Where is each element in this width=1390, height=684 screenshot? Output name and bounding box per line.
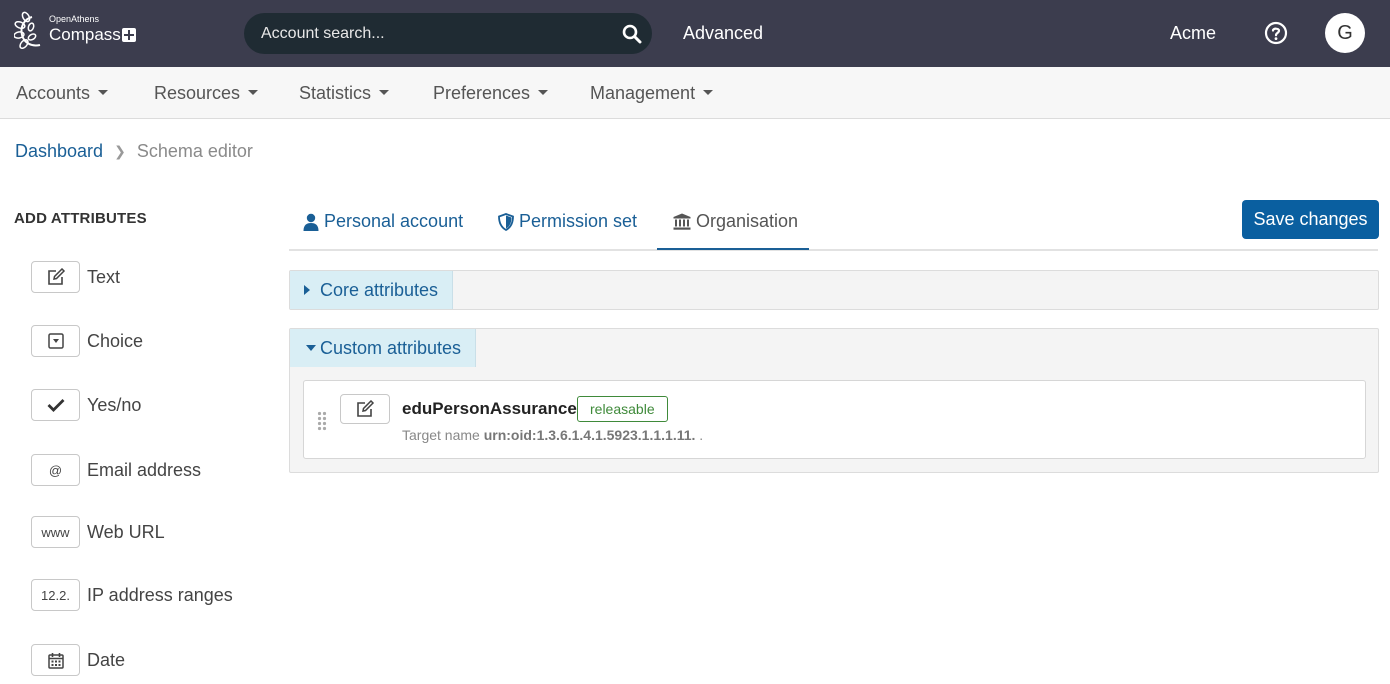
- target-suffix: .: [695, 427, 704, 443]
- attr-label: Choice: [87, 330, 144, 351]
- tab-label: Organisation: [696, 211, 799, 231]
- edit-icon: [31, 261, 80, 293]
- www-icon: www: [31, 516, 80, 548]
- attr-label: IP address ranges: [87, 584, 233, 605]
- tab-label: Permission set: [519, 211, 638, 231]
- breadcrumb-dashboard[interactable]: Dashboard: [15, 141, 103, 161]
- active-tab-indicator: [657, 248, 809, 250]
- main-nav: Accounts Resources Statistics Preference…: [0, 67, 1390, 119]
- edit-icon: [357, 400, 375, 417]
- attr-label: Text: [87, 266, 121, 287]
- core-attributes-toggle[interactable]: Core attributes: [290, 271, 454, 309]
- save-changes-button[interactable]: Save changes: [1242, 200, 1379, 239]
- breadcrumb-current: Schema editor: [136, 141, 253, 161]
- add-yesno-attribute[interactable]: Yes/no: [31, 389, 141, 421]
- caret-right-icon: [304, 285, 310, 295]
- nav-label: Statistics: [299, 83, 372, 103]
- at-sign-icon: @: [31, 454, 80, 486]
- tab-permission-set[interactable]: Permission set: [498, 211, 637, 232]
- attr-label: Date: [87, 649, 126, 670]
- edit-attribute-button[interactable]: [340, 394, 390, 424]
- add-attributes-heading: ADD ATTRIBUTES: [14, 210, 147, 227]
- caret-down-icon: [703, 90, 714, 96]
- user-icon: [303, 213, 319, 231]
- calendar-icon: [31, 644, 80, 676]
- panel-title: Core attributes: [320, 279, 439, 300]
- caret-down-icon: [538, 90, 549, 96]
- organisation-name[interactable]: Acme: [1170, 23, 1216, 44]
- chevron-right-icon: ❯: [114, 143, 126, 159]
- logo-subtitle: OpenAthens: [49, 14, 100, 24]
- breadcrumb: Dashboard ❯ Schema editor: [15, 141, 253, 162]
- ip-address-icon: 12.2.: [31, 579, 80, 611]
- nav-label: Accounts: [16, 83, 91, 103]
- attr-label: Email address: [87, 459, 202, 480]
- nav-resources[interactable]: Resources: [154, 83, 259, 104]
- search-icon[interactable]: [622, 24, 642, 44]
- attribute-target-name: Target name urn:oid:1.3.6.1.4.1.5923.1.1…: [402, 427, 703, 443]
- nav-management[interactable]: Management: [590, 83, 714, 104]
- attr-label: Yes/no: [87, 394, 142, 415]
- custom-attribute-card: eduPersonAssurance releasable Target nam…: [303, 380, 1366, 459]
- nav-label: Resources: [154, 83, 241, 103]
- add-weburl-attribute[interactable]: www Web URL: [31, 516, 165, 548]
- panel-title: Custom attributes: [320, 337, 462, 358]
- drag-handle-icon[interactable]: [317, 411, 327, 431]
- tab-personal-account[interactable]: Personal account: [303, 211, 463, 232]
- caret-down-icon: [248, 90, 259, 96]
- core-attributes-panel: Core attributes: [289, 270, 1379, 310]
- add-email-attribute[interactable]: @ Email address: [31, 454, 201, 486]
- caret-down-icon: [306, 345, 316, 351]
- attribute-name: eduPersonAssurance: [402, 399, 577, 418]
- attr-label: Web URL: [87, 521, 165, 542]
- add-date-attribute[interactable]: Date: [31, 644, 125, 676]
- logo-title: Compass: [49, 25, 121, 44]
- laurel-icon: [14, 11, 41, 50]
- tab-label: Personal account: [324, 211, 464, 231]
- custom-attributes-toggle[interactable]: Custom attributes: [290, 329, 477, 367]
- help-icon[interactable]: [1264, 21, 1288, 45]
- tab-organisation[interactable]: Organisation: [673, 211, 798, 232]
- user-avatar[interactable]: G: [1325, 13, 1365, 53]
- nav-statistics[interactable]: Statistics: [299, 83, 390, 104]
- plus-icon: [122, 28, 136, 42]
- caret-down-icon: [379, 90, 390, 96]
- search-input[interactable]: [261, 13, 611, 54]
- checkmark-icon: [31, 389, 80, 421]
- target-label: Target name: [402, 427, 480, 443]
- nav-label: Management: [590, 83, 696, 103]
- shield-icon: [498, 212, 514, 231]
- schema-tabs: Personal account Permission set Organisa…: [289, 197, 1378, 251]
- custom-attributes-panel: Custom attributes eduPersonAssurance rel…: [289, 328, 1379, 473]
- caret-down-icon: [98, 90, 109, 96]
- top-bar: OpenAthens Compass Advanced Acme G: [0, 0, 1390, 67]
- add-text-attribute[interactable]: Text: [31, 261, 120, 293]
- account-search: [244, 13, 652, 54]
- target-value: urn:oid:1.3.6.1.4.1.5923.1.1.1.11.: [483, 427, 696, 443]
- openathens-logo[interactable]: OpenAthens Compass: [14, 10, 139, 56]
- nav-label: Preferences: [433, 83, 531, 103]
- releasable-badge: releasable: [577, 396, 668, 422]
- advanced-search-link[interactable]: Advanced: [683, 23, 763, 44]
- dropdown-icon: [31, 325, 80, 357]
- add-choice-attribute[interactable]: Choice: [31, 325, 143, 357]
- add-ip-range-attribute[interactable]: 12.2. IP address ranges: [31, 579, 233, 611]
- institution-icon: [673, 213, 691, 230]
- nav-accounts[interactable]: Accounts: [16, 83, 109, 104]
- nav-preferences[interactable]: Preferences: [433, 83, 549, 104]
